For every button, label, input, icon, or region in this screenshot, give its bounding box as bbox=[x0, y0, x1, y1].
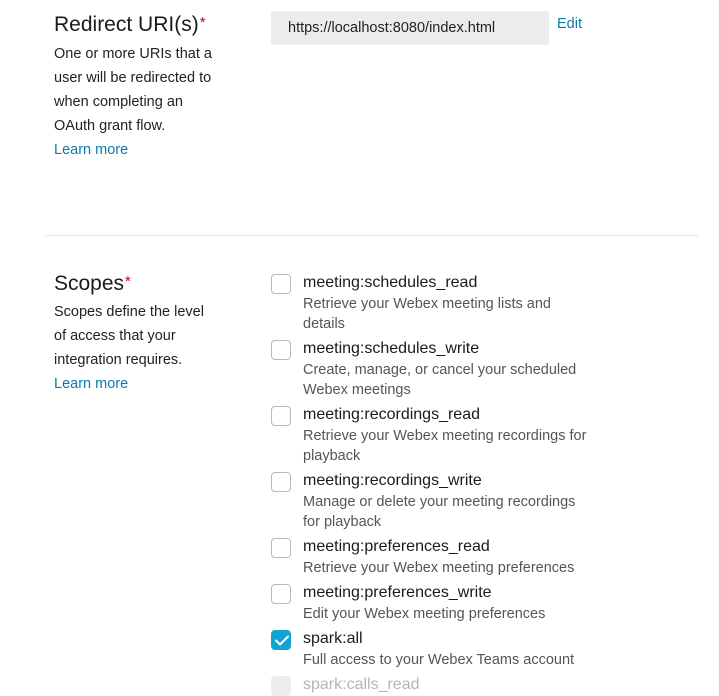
scopes-description: Scopes define the level of access that y… bbox=[54, 300, 214, 396]
scope-checkbox-preferences-read[interactable] bbox=[271, 538, 291, 558]
scope-item-preferences-read: meeting:preferences_read Retrieve your W… bbox=[271, 538, 611, 578]
scope-name: spark:all bbox=[303, 630, 363, 647]
scope-checkbox-spark-all[interactable] bbox=[271, 630, 291, 650]
scope-checkbox-spark-calls-read bbox=[271, 676, 291, 696]
scopes-title: Scopes* bbox=[54, 272, 131, 295]
redirect-uri-section: Redirect URI(s)* One or more URIs that a… bbox=[0, 0, 719, 235]
scope-item-recordings-write: meeting:recordings_write Manage or delet… bbox=[271, 472, 611, 532]
redirect-uri-edit-link[interactable]: Edit bbox=[557, 16, 582, 32]
scopes-learn-more-link[interactable]: Learn more bbox=[54, 372, 214, 396]
scope-description: Retrieve your Webex meeting preferences bbox=[303, 560, 575, 576]
redirect-uri-value: https://localhost:8080/index.html bbox=[271, 11, 549, 45]
scope-description: Retrieve your Webex meeting recordings f… bbox=[303, 428, 587, 464]
scope-name: spark:calls_read bbox=[303, 676, 420, 693]
scope-name: meeting:recordings_read bbox=[303, 406, 480, 423]
scope-checkbox-schedules-read[interactable] bbox=[271, 274, 291, 294]
scope-description: Manage or delete your meeting recordings… bbox=[303, 494, 576, 530]
scope-name: meeting:recordings_write bbox=[303, 472, 482, 489]
scope-name: meeting:preferences_read bbox=[303, 538, 490, 555]
scope-checkbox-recordings-write[interactable] bbox=[271, 472, 291, 492]
required-mark: * bbox=[125, 273, 131, 290]
scope-name: meeting:schedules_read bbox=[303, 274, 478, 291]
redirect-learn-more-link[interactable]: Learn more bbox=[54, 138, 214, 162]
scope-checkbox-schedules-write[interactable] bbox=[271, 340, 291, 360]
scope-description: Retrieve your Webex meeting lists and de… bbox=[303, 296, 551, 332]
redirect-uri-title: Redirect URI(s)* bbox=[54, 13, 206, 36]
scope-item-schedules-write: meeting:schedules_write Create, manage, … bbox=[271, 340, 611, 400]
scope-item-spark-all: spark:all Full access to your Webex Team… bbox=[271, 630, 611, 670]
scopes-section: Scopes* Scopes define the level of acces… bbox=[0, 236, 719, 696]
scope-name: meeting:schedules_write bbox=[303, 340, 480, 357]
scope-checkbox-preferences-write[interactable] bbox=[271, 584, 291, 604]
scope-item-spark-calls-read: spark:calls_read bbox=[271, 676, 611, 696]
scope-item-recordings-read: meeting:recordings_read Retrieve your We… bbox=[271, 406, 611, 466]
redirect-uri-description: One or more URIs that a user will be red… bbox=[54, 42, 214, 162]
scope-item-schedules-read: meeting:schedules_read Retrieve your Web… bbox=[271, 274, 611, 334]
scope-description: Create, manage, or cancel your scheduled… bbox=[303, 362, 577, 398]
scope-description: Full access to your Webex Teams account bbox=[303, 652, 575, 668]
checkmark-icon bbox=[275, 635, 289, 646]
scope-name: meeting:preferences_write bbox=[303, 584, 492, 601]
scope-checkbox-recordings-read[interactable] bbox=[271, 406, 291, 426]
scope-description: Edit your Webex meeting preferences bbox=[303, 606, 546, 622]
required-mark: * bbox=[199, 14, 206, 31]
scope-item-preferences-write: meeting:preferences_write Edit your Webe… bbox=[271, 584, 611, 624]
